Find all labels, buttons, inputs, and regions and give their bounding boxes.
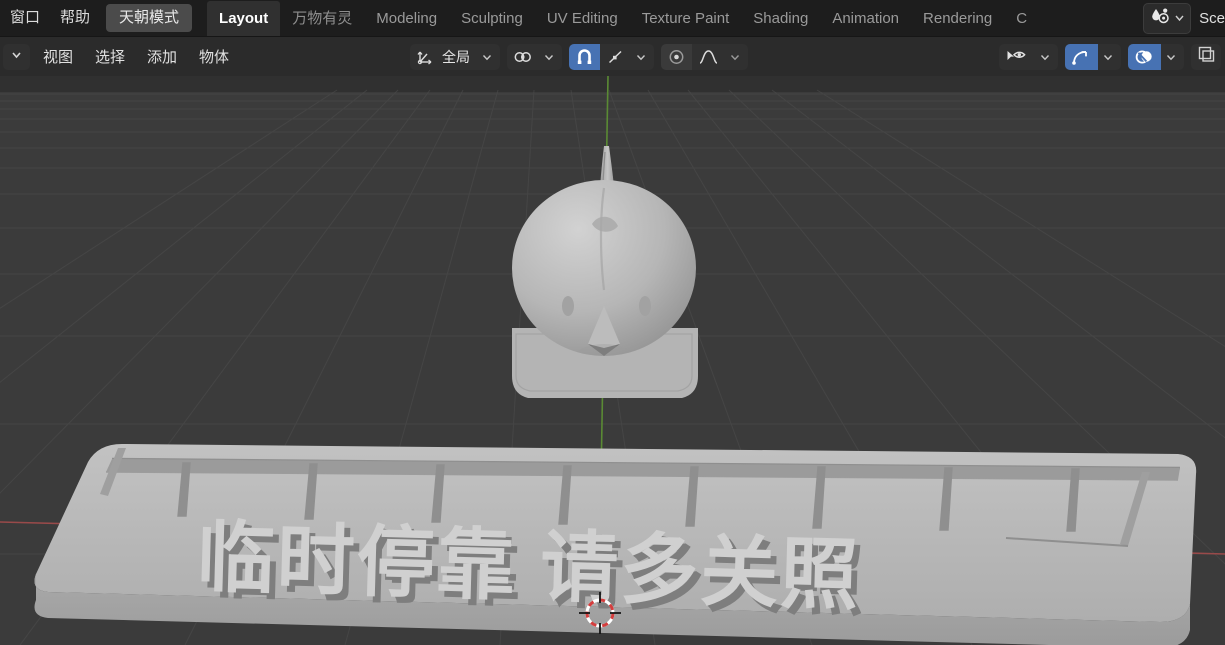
menu-select[interactable]: 选择 (86, 42, 134, 71)
workspace-tab-layout[interactable]: Layout (207, 0, 281, 36)
menu-view[interactable]: 视图 (34, 42, 82, 71)
scene-selector-button[interactable] (1143, 3, 1192, 34)
transform-orientation-value: 全局 (442, 48, 470, 65)
overlays-icon[interactable] (1128, 43, 1161, 70)
chevron-down-icon[interactable] (1161, 51, 1184, 63)
eye-left (562, 296, 574, 316)
topbar-right-group: Sce (1143, 0, 1225, 37)
orientation-axes-icon (410, 44, 440, 70)
chick-head[interactable] (512, 146, 698, 406)
scene-icon (1149, 7, 1171, 30)
viewport-header: 视图 选择 添加 物体 全局 (0, 37, 1225, 76)
workspace-tab-uv-editing[interactable]: UV Editing (535, 1, 630, 36)
snap-target-icon (507, 44, 539, 70)
sign-text: 临时停靠 请多关照 临时停靠 请多关照 (196, 513, 868, 626)
workspace-tab-rendering[interactable]: Rendering (911, 1, 1004, 36)
transform-controls: 全局 (410, 37, 748, 76)
chevron-down-icon (10, 48, 23, 66)
top-bar: 窗口 帮助 天朝模式 Layout 万物有灵 Modeling Sculptin… (0, 0, 1225, 37)
snap-vertex-icon[interactable] (600, 44, 631, 70)
blender-window: 窗口 帮助 天朝模式 Layout 万物有灵 Modeling Sculptin… (0, 0, 1225, 645)
xray-toggle-icon (1197, 45, 1216, 68)
viewport-scene: 临时停靠 请多关照 临时停靠 请多关照 (0, 76, 1225, 645)
sign-text-face: 临时停靠 请多关照 (196, 513, 862, 619)
falloff-curve-icon[interactable] (692, 44, 725, 70)
visibility-dropdown[interactable] (999, 43, 1058, 70)
3d-viewport[interactable]: 临时停靠 请多关照 临时停靠 请多关照 (0, 76, 1225, 645)
chevron-down-icon[interactable] (725, 51, 748, 63)
workspace-tab-sculpting[interactable]: Sculpting (449, 1, 535, 36)
chevron-down-icon (539, 51, 562, 63)
visibility-eye-icon (999, 44, 1035, 70)
chevron-down-icon[interactable] (631, 51, 654, 63)
workspace-tab-wanwuyouling[interactable]: 万物有灵 (280, 1, 364, 36)
workspace-tab-modeling[interactable]: Modeling (364, 1, 449, 36)
menu-window[interactable]: 窗口 (1, 5, 49, 31)
chevron-down-icon (1174, 10, 1185, 28)
editor-type-selector[interactable] (3, 43, 30, 70)
workspace-tab-texture-paint[interactable]: Texture Paint (630, 1, 742, 36)
scene-name-field[interactable]: Sce (1193, 10, 1225, 27)
snap-target-dropdown[interactable] (507, 43, 562, 70)
menu-help[interactable]: 帮助 (51, 5, 99, 31)
proportional-editing-group (661, 43, 748, 70)
celestial-mode-button[interactable]: 天朝模式 (106, 4, 193, 32)
xray-toggle-button[interactable] (1191, 43, 1221, 70)
workspace-tab-compositing[interactable]: C (1004, 1, 1027, 36)
overlays-group (1128, 43, 1184, 70)
transform-orientation-dropdown[interactable]: 全局 (410, 43, 500, 70)
chevron-down-icon (1035, 51, 1058, 63)
magnet-icon[interactable] (569, 43, 600, 70)
workspace-tab-animation[interactable]: Animation (820, 1, 911, 36)
viewport-display-controls (999, 37, 1221, 76)
proportional-edit-icon[interactable] (661, 43, 692, 70)
workspace-tab-shading[interactable]: Shading (741, 1, 820, 36)
chevron-down-icon[interactable] (1098, 51, 1121, 63)
gizmo-icon[interactable] (1065, 43, 1098, 70)
snapping-group (569, 43, 654, 70)
menu-object[interactable]: 物体 (190, 42, 238, 71)
chevron-down-icon (477, 51, 500, 63)
eye-right (639, 296, 651, 316)
gizmos-group (1065, 43, 1121, 70)
menu-add[interactable]: 添加 (138, 42, 186, 71)
